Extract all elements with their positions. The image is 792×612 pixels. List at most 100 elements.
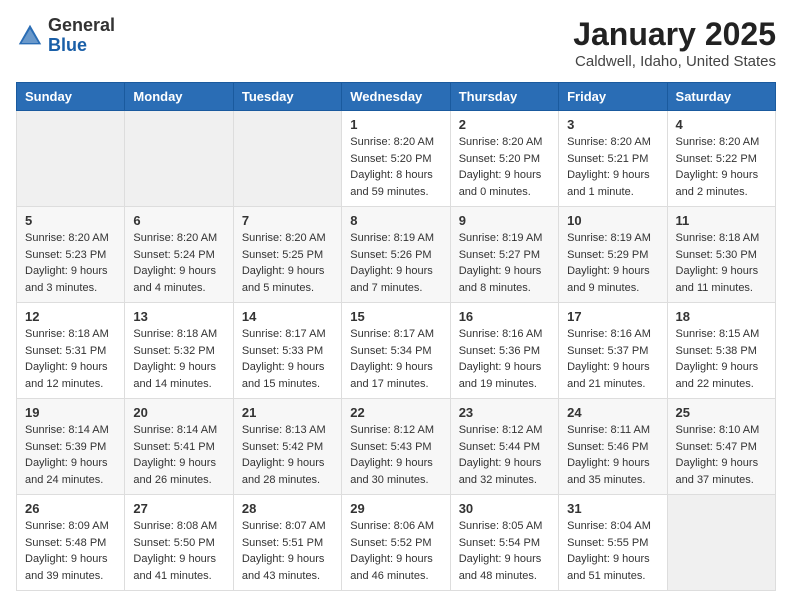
sunrise-text: Sunrise: 8:20 AM	[350, 136, 434, 148]
daylight-text: Daylight: 9 hours and 48 minutes.	[459, 553, 542, 582]
day-number: 5	[25, 213, 116, 228]
weekday-header-row: SundayMondayTuesdayWednesdayThursdayFrid…	[17, 83, 776, 111]
sunrise-text: Sunrise: 8:18 AM	[676, 232, 760, 244]
calendar-day-cell: 30 Sunrise: 8:05 AM Sunset: 5:54 PM Dayl…	[450, 495, 558, 591]
calendar-day-cell	[233, 111, 341, 207]
title-block: January 2025 Caldwell, Idaho, United Sta…	[573, 16, 776, 70]
weekday-header: Monday	[125, 83, 233, 111]
day-info: Sunrise: 8:19 AM Sunset: 5:29 PM Dayligh…	[567, 230, 658, 296]
daylight-text: Daylight: 9 hours and 12 minutes.	[25, 361, 108, 390]
sunrise-text: Sunrise: 8:09 AM	[25, 520, 109, 532]
daylight-text: Daylight: 9 hours and 32 minutes.	[459, 457, 542, 486]
day-info: Sunrise: 8:10 AM Sunset: 5:47 PM Dayligh…	[676, 422, 767, 488]
calendar-day-cell: 28 Sunrise: 8:07 AM Sunset: 5:51 PM Dayl…	[233, 495, 341, 591]
day-info: Sunrise: 8:15 AM Sunset: 5:38 PM Dayligh…	[676, 326, 767, 392]
daylight-text: Daylight: 9 hours and 2 minutes.	[676, 169, 759, 198]
calendar-day-cell	[125, 111, 233, 207]
calendar-week-row: 26 Sunrise: 8:09 AM Sunset: 5:48 PM Dayl…	[17, 495, 776, 591]
daylight-text: Daylight: 9 hours and 28 minutes.	[242, 457, 325, 486]
page-title: January 2025	[573, 16, 776, 53]
day-info: Sunrise: 8:12 AM Sunset: 5:43 PM Dayligh…	[350, 422, 441, 488]
daylight-text: Daylight: 9 hours and 0 minutes.	[459, 169, 542, 198]
sunset-text: Sunset: 5:32 PM	[133, 345, 214, 357]
daylight-text: Daylight: 9 hours and 3 minutes.	[25, 265, 108, 294]
calendar-day-cell: 19 Sunrise: 8:14 AM Sunset: 5:39 PM Dayl…	[17, 399, 125, 495]
calendar-day-cell: 31 Sunrise: 8:04 AM Sunset: 5:55 PM Dayl…	[559, 495, 667, 591]
calendar-day-cell: 24 Sunrise: 8:11 AM Sunset: 5:46 PM Dayl…	[559, 399, 667, 495]
sunrise-text: Sunrise: 8:08 AM	[133, 520, 217, 532]
day-number: 28	[242, 501, 333, 516]
calendar-day-cell: 10 Sunrise: 8:19 AM Sunset: 5:29 PM Dayl…	[559, 207, 667, 303]
page-header: General Blue January 2025 Caldwell, Idah…	[16, 16, 776, 70]
daylight-text: Daylight: 9 hours and 30 minutes.	[350, 457, 433, 486]
day-info: Sunrise: 8:12 AM Sunset: 5:44 PM Dayligh…	[459, 422, 550, 488]
sunset-text: Sunset: 5:46 PM	[567, 441, 648, 453]
day-number: 24	[567, 405, 658, 420]
day-number: 8	[350, 213, 441, 228]
day-info: Sunrise: 8:14 AM Sunset: 5:41 PM Dayligh…	[133, 422, 224, 488]
daylight-text: Daylight: 9 hours and 39 minutes.	[25, 553, 108, 582]
sunset-text: Sunset: 5:39 PM	[25, 441, 106, 453]
calendar-day-cell: 22 Sunrise: 8:12 AM Sunset: 5:43 PM Dayl…	[342, 399, 450, 495]
logo-blue: Blue	[48, 36, 115, 56]
day-info: Sunrise: 8:11 AM Sunset: 5:46 PM Dayligh…	[567, 422, 658, 488]
day-number: 15	[350, 309, 441, 324]
day-info: Sunrise: 8:14 AM Sunset: 5:39 PM Dayligh…	[25, 422, 116, 488]
logo: General Blue	[16, 16, 115, 56]
day-info: Sunrise: 8:20 AM Sunset: 5:25 PM Dayligh…	[242, 230, 333, 296]
sunrise-text: Sunrise: 8:16 AM	[567, 328, 651, 340]
logo-icon	[16, 22, 44, 50]
day-number: 13	[133, 309, 224, 324]
calendar-day-cell: 14 Sunrise: 8:17 AM Sunset: 5:33 PM Dayl…	[233, 303, 341, 399]
daylight-text: Daylight: 9 hours and 17 minutes.	[350, 361, 433, 390]
sunset-text: Sunset: 5:50 PM	[133, 537, 214, 549]
sunset-text: Sunset: 5:30 PM	[676, 249, 757, 261]
daylight-text: Daylight: 9 hours and 1 minute.	[567, 169, 650, 198]
day-info: Sunrise: 8:17 AM Sunset: 5:33 PM Dayligh…	[242, 326, 333, 392]
weekday-header: Wednesday	[342, 83, 450, 111]
day-info: Sunrise: 8:18 AM Sunset: 5:32 PM Dayligh…	[133, 326, 224, 392]
day-number: 2	[459, 117, 550, 132]
sunset-text: Sunset: 5:43 PM	[350, 441, 431, 453]
calendar-day-cell	[667, 495, 775, 591]
day-info: Sunrise: 8:06 AM Sunset: 5:52 PM Dayligh…	[350, 518, 441, 584]
weekday-header: Thursday	[450, 83, 558, 111]
day-info: Sunrise: 8:20 AM Sunset: 5:24 PM Dayligh…	[133, 230, 224, 296]
sunrise-text: Sunrise: 8:20 AM	[242, 232, 326, 244]
day-info: Sunrise: 8:16 AM Sunset: 5:37 PM Dayligh…	[567, 326, 658, 392]
daylight-text: Daylight: 9 hours and 14 minutes.	[133, 361, 216, 390]
day-info: Sunrise: 8:19 AM Sunset: 5:26 PM Dayligh…	[350, 230, 441, 296]
day-info: Sunrise: 8:13 AM Sunset: 5:42 PM Dayligh…	[242, 422, 333, 488]
calendar-day-cell: 11 Sunrise: 8:18 AM Sunset: 5:30 PM Dayl…	[667, 207, 775, 303]
calendar-day-cell: 4 Sunrise: 8:20 AM Sunset: 5:22 PM Dayli…	[667, 111, 775, 207]
day-number: 26	[25, 501, 116, 516]
day-number: 22	[350, 405, 441, 420]
sunrise-text: Sunrise: 8:20 AM	[676, 136, 760, 148]
sunset-text: Sunset: 5:38 PM	[676, 345, 757, 357]
calendar-day-cell: 27 Sunrise: 8:08 AM Sunset: 5:50 PM Dayl…	[125, 495, 233, 591]
sunrise-text: Sunrise: 8:13 AM	[242, 424, 326, 436]
day-number: 25	[676, 405, 767, 420]
daylight-text: Daylight: 9 hours and 11 minutes.	[676, 265, 759, 294]
calendar-day-cell: 29 Sunrise: 8:06 AM Sunset: 5:52 PM Dayl…	[342, 495, 450, 591]
daylight-text: Daylight: 9 hours and 19 minutes.	[459, 361, 542, 390]
daylight-text: Daylight: 9 hours and 41 minutes.	[133, 553, 216, 582]
day-info: Sunrise: 8:16 AM Sunset: 5:36 PM Dayligh…	[459, 326, 550, 392]
calendar-day-cell: 12 Sunrise: 8:18 AM Sunset: 5:31 PM Dayl…	[17, 303, 125, 399]
calendar-day-cell: 25 Sunrise: 8:10 AM Sunset: 5:47 PM Dayl…	[667, 399, 775, 495]
day-info: Sunrise: 8:09 AM Sunset: 5:48 PM Dayligh…	[25, 518, 116, 584]
daylight-text: Daylight: 9 hours and 22 minutes.	[676, 361, 759, 390]
daylight-text: Daylight: 9 hours and 46 minutes.	[350, 553, 433, 582]
sunset-text: Sunset: 5:24 PM	[133, 249, 214, 261]
day-number: 23	[459, 405, 550, 420]
day-number: 11	[676, 213, 767, 228]
sunset-text: Sunset: 5:20 PM	[350, 153, 431, 165]
weekday-header: Tuesday	[233, 83, 341, 111]
daylight-text: Daylight: 9 hours and 5 minutes.	[242, 265, 325, 294]
calendar-day-cell: 16 Sunrise: 8:16 AM Sunset: 5:36 PM Dayl…	[450, 303, 558, 399]
daylight-text: Daylight: 9 hours and 43 minutes.	[242, 553, 325, 582]
sunset-text: Sunset: 5:47 PM	[676, 441, 757, 453]
sunset-text: Sunset: 5:29 PM	[567, 249, 648, 261]
weekday-header: Saturday	[667, 83, 775, 111]
sunset-text: Sunset: 5:25 PM	[242, 249, 323, 261]
